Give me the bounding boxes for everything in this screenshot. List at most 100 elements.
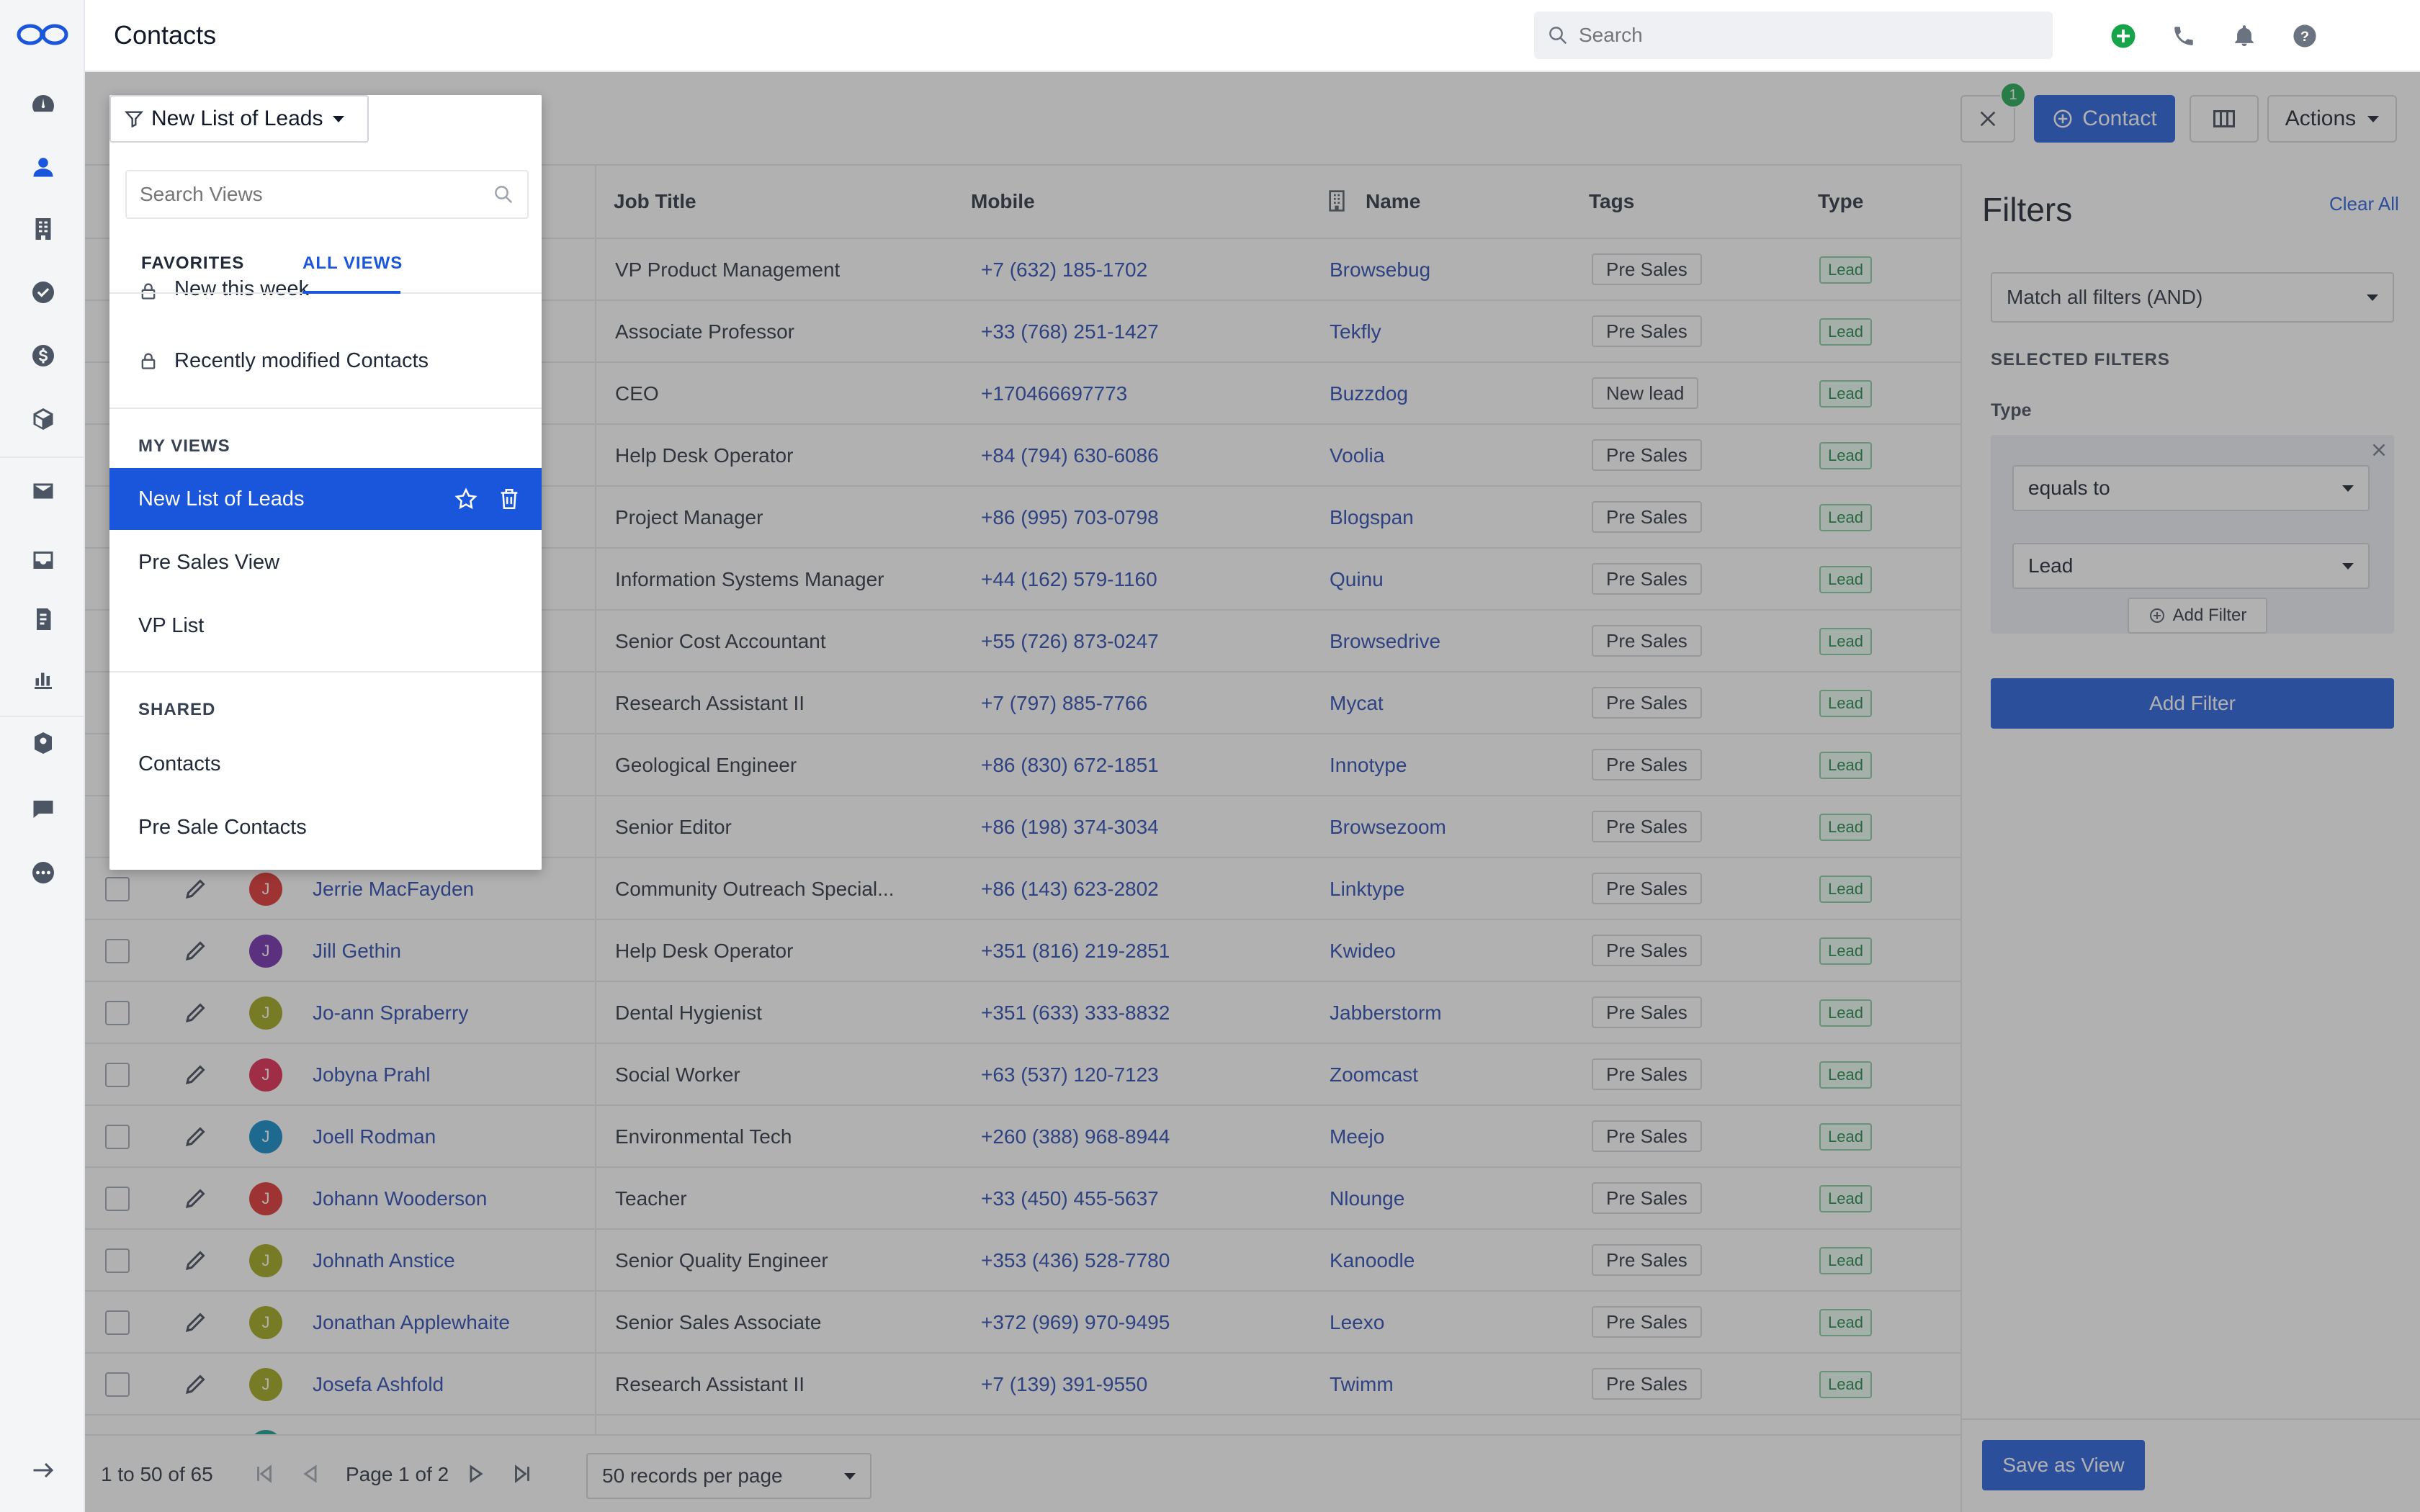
view-item-vp-list[interactable]: VP List	[109, 595, 542, 657]
header-name[interactable]: Name	[1366, 190, 1420, 213]
add-condition-button[interactable]: Add Filter	[2128, 598, 2267, 634]
row-checkbox[interactable]	[105, 1063, 130, 1087]
company-link[interactable]: Kanoodle	[1330, 1249, 1415, 1272]
edit-pencil-icon[interactable]	[183, 1247, 209, 1273]
mobile-link[interactable]: +260 (388) 968-8944	[981, 1125, 1170, 1148]
app-logo-icon[interactable]	[16, 19, 69, 50]
products-icon[interactable]	[29, 405, 58, 433]
company-link[interactable]: Kwideo	[1330, 940, 1396, 963]
notifications-bell-icon[interactable]	[2230, 22, 2259, 50]
row-checkbox[interactable]	[105, 1187, 130, 1211]
add-contact-button[interactable]: Contact	[2034, 95, 2175, 143]
mobile-link[interactable]: +44 (162) 579-1160	[981, 568, 1157, 591]
mobile-link[interactable]: +33 (450) 455-5637	[981, 1187, 1159, 1210]
mail-icon[interactable]	[29, 477, 58, 505]
company-link[interactable]: Meejo	[1330, 1125, 1384, 1148]
table-row[interactable]: J Josefa Ashfold Research Assistant II +7 (…	[85, 1354, 1960, 1416]
mobile-link[interactable]: +7 (632) 185-1702	[981, 258, 1147, 282]
save-as-view-button[interactable]: Save as View	[1982, 1440, 2145, 1490]
contact-name-link[interactable]: Jill Gethin	[313, 940, 401, 963]
company-link[interactable]: Linktype	[1330, 878, 1404, 901]
row-checkbox[interactable]	[105, 939, 130, 963]
company-link[interactable]: Browsebug	[1330, 258, 1430, 282]
mobile-link[interactable]: +351 (633) 333-8832	[981, 1002, 1170, 1025]
edit-pencil-icon[interactable]	[183, 876, 209, 901]
company-link[interactable]: Blogspan	[1330, 506, 1414, 529]
company-link[interactable]: Nlounge	[1330, 1187, 1404, 1210]
mobile-link[interactable]: +33 (768) 251-1427	[981, 320, 1159, 343]
table-row[interactable]: J Johnath Anstice Senior Quality Engineer +…	[85, 1230, 1960, 1292]
company-link[interactable]: Jabberstorm	[1330, 1002, 1442, 1025]
contact-name-link[interactable]: Joell Rodman	[313, 1125, 436, 1148]
company-link[interactable]: Leexo	[1330, 1311, 1384, 1334]
edit-pencil-icon[interactable]	[183, 937, 209, 963]
table-row[interactable]: J Joell Rodman Environmental Tech +260 (388…	[85, 1106, 1960, 1168]
table-row[interactable]	[85, 1416, 1960, 1434]
contact-name-link[interactable]: Josefa Ashfold	[313, 1373, 444, 1396]
global-search[interactable]	[1534, 12, 2053, 59]
edit-pencil-icon[interactable]	[183, 1123, 209, 1149]
header-tags[interactable]: Tags	[1589, 190, 1634, 213]
view-search-box[interactable]	[125, 170, 529, 219]
contacts-icon[interactable]	[29, 153, 58, 181]
value-select[interactable]: Lead	[2012, 543, 2370, 589]
mobile-link[interactable]: +372 (969) 970-9495	[981, 1311, 1170, 1334]
trash-icon[interactable]	[497, 487, 521, 511]
companies-icon[interactable]	[29, 215, 58, 243]
phone-log-icon[interactable]	[29, 605, 58, 634]
company-link[interactable]: Quinu	[1330, 568, 1384, 591]
contact-name-link[interactable]: Jonathan Applewhaite	[313, 1311, 510, 1334]
more-icon[interactable]	[29, 858, 58, 887]
header-job-title[interactable]: Job Title	[614, 190, 696, 213]
remove-filter-icon[interactable]	[2368, 439, 2390, 461]
dashboard-icon[interactable]	[29, 89, 58, 118]
row-checkbox[interactable]	[105, 877, 130, 901]
row-checkbox[interactable]	[105, 1125, 130, 1149]
row-checkbox[interactable]	[105, 1248, 130, 1273]
view-item-pre-sales[interactable]: Pre Sales View	[109, 531, 542, 593]
view-item-recently-modified[interactable]: Recently modified Contacts	[109, 330, 542, 392]
view-search-input[interactable]	[140, 183, 493, 206]
contact-name-link[interactable]: Johann Wooderson	[313, 1187, 487, 1210]
match-mode-select[interactable]: Match all filters (AND)	[1991, 272, 2394, 323]
table-row[interactable]: J Johann Wooderson Teacher +33 (450) 455-56…	[85, 1168, 1960, 1230]
clear-all-link[interactable]: Clear All	[2329, 193, 2399, 215]
quick-add-icon[interactable]	[2109, 22, 2138, 50]
row-checkbox[interactable]	[105, 1372, 130, 1397]
company-link[interactable]: Innotype	[1330, 754, 1407, 777]
inbox-icon[interactable]	[29, 546, 58, 575]
row-checkbox[interactable]	[105, 1310, 130, 1335]
view-selector-button[interactable]: New List of Leads	[109, 95, 369, 143]
mobile-link[interactable]: +55 (726) 873-0247	[981, 630, 1159, 653]
table-row[interactable]: J Jonathan Applewhaite Senior Sales Associ…	[85, 1292, 1960, 1354]
mobile-link[interactable]: +84 (794) 630-6086	[981, 444, 1159, 467]
company-link[interactable]: Twimm	[1330, 1373, 1394, 1396]
reports-icon[interactable]	[29, 664, 58, 693]
mobile-link[interactable]: +86 (995) 703-0798	[981, 506, 1159, 529]
mobile-link[interactable]: +86 (143) 623-2802	[981, 878, 1159, 901]
contact-name-link[interactable]: Jerrie MacFayden	[313, 878, 474, 901]
mobile-link[interactable]: +86 (830) 672-1851	[981, 754, 1159, 777]
contact-name-link[interactable]: Jo-ann Spraberry	[313, 1002, 468, 1025]
records-per-page-select[interactable]: 50 records per page	[586, 1453, 871, 1499]
chat-icon[interactable]	[29, 795, 58, 824]
tasks-icon[interactable]	[29, 278, 58, 307]
company-link[interactable]: Voolia	[1330, 444, 1384, 467]
table-row[interactable]: J Jobyna Prahl Social Worker +63 (537) 120-…	[85, 1044, 1960, 1106]
mobile-link[interactable]: +170466697773	[981, 382, 1127, 405]
actions-menu-button[interactable]: Actions	[2267, 95, 2397, 143]
edit-pencil-icon[interactable]	[183, 1061, 209, 1087]
view-item-pre-sale-contacts[interactable]: Pre Sale Contacts	[109, 796, 542, 858]
edit-pencil-icon[interactable]	[183, 1309, 209, 1335]
view-item-new-list-of-leads[interactable]: New List of Leads	[109, 468, 542, 530]
table-row[interactable]: J Jo-ann Spraberry Dental Hygienist +351 (6…	[85, 982, 1960, 1044]
row-checkbox[interactable]	[105, 1001, 130, 1025]
company-link[interactable]: Tekfly	[1330, 320, 1381, 343]
mobile-link[interactable]: +7 (139) 391-9550	[981, 1373, 1147, 1396]
search-input[interactable]	[1579, 24, 2011, 47]
tab-all-views[interactable]: ALL VIEWS	[302, 253, 403, 274]
header-mobile[interactable]: Mobile	[971, 190, 1035, 213]
add-filter-button[interactable]: Add Filter	[1991, 678, 2394, 729]
deals-icon[interactable]	[29, 341, 58, 370]
mobile-link[interactable]: +63 (537) 120-7123	[981, 1063, 1159, 1086]
